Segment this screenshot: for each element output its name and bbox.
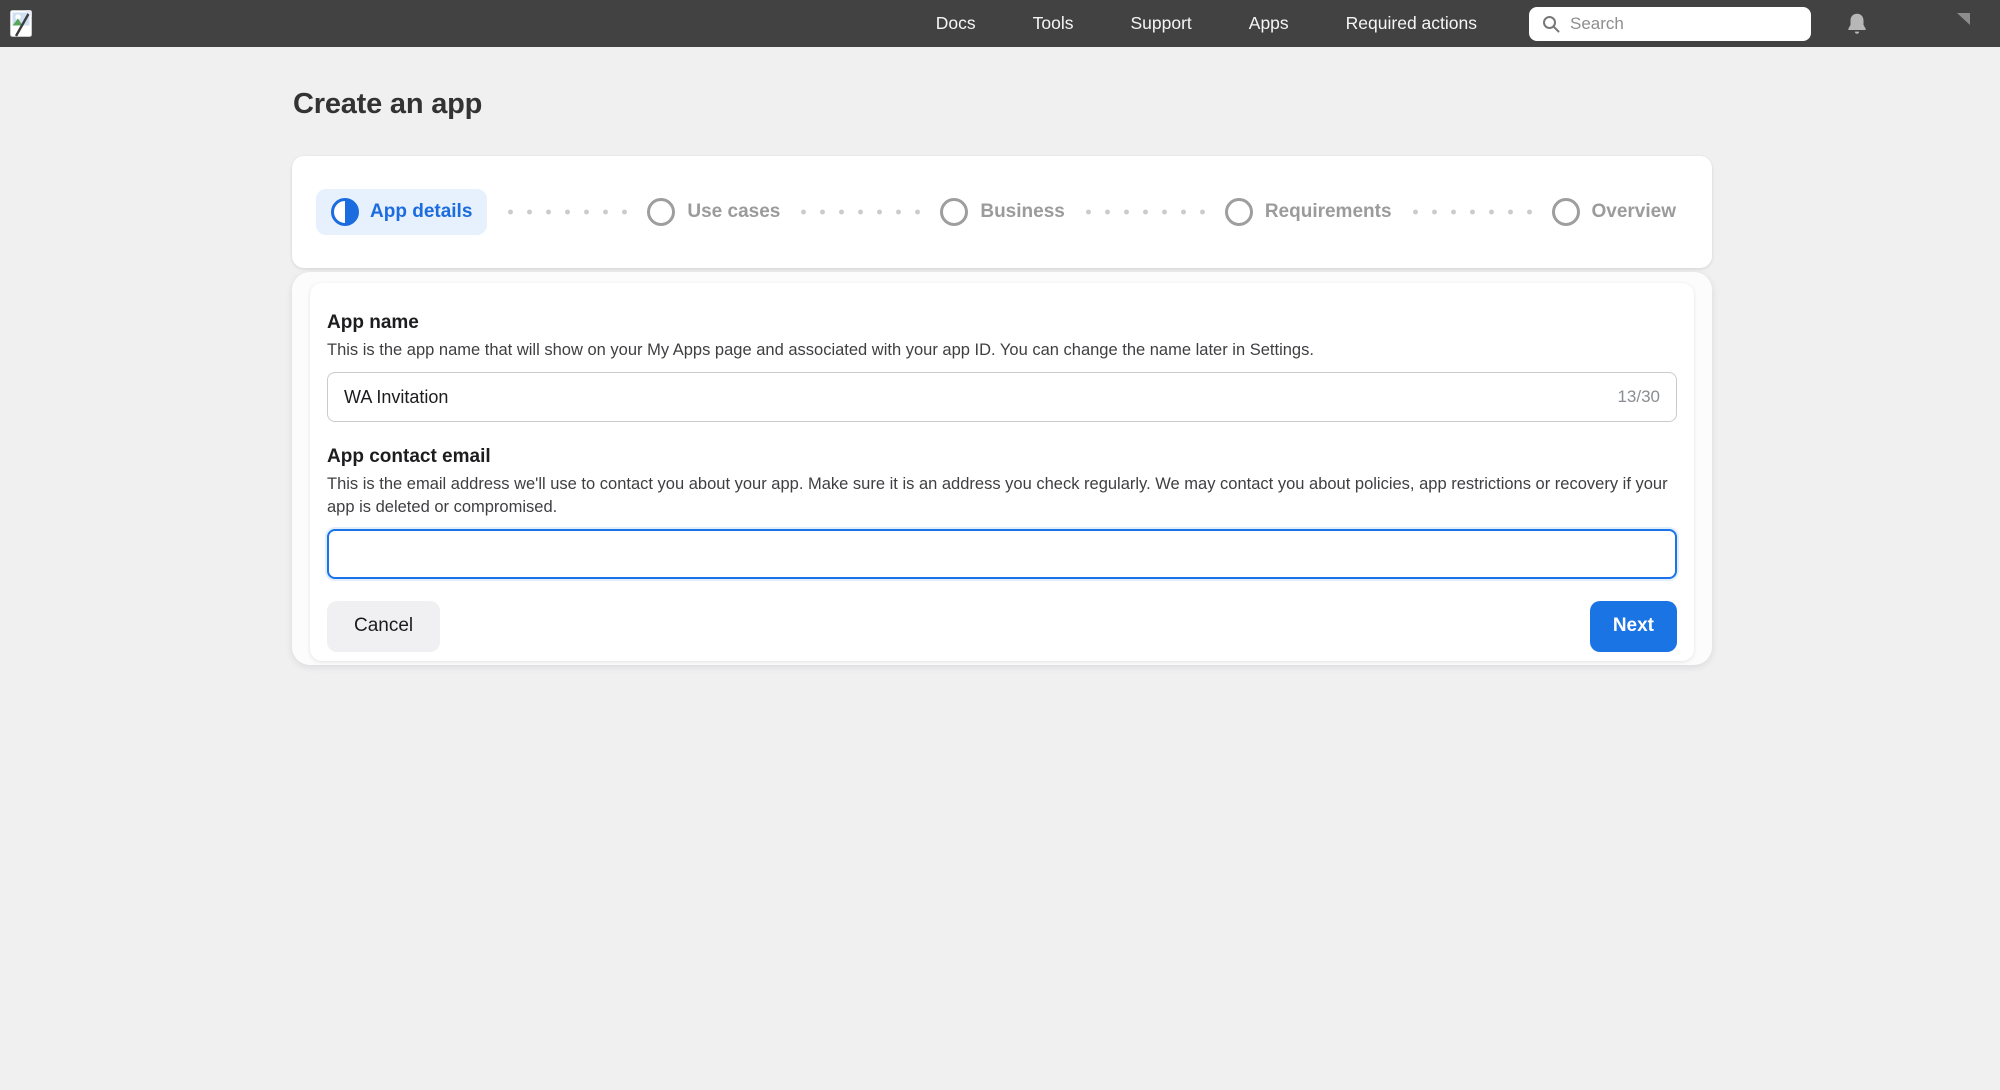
create-app-form-card: App name This is the app name that will … <box>292 272 1712 665</box>
search-box[interactable] <box>1529 6 1811 41</box>
app-contact-email-section: App contact email This is the email addr… <box>327 446 1677 580</box>
broken-image-icon[interactable] <box>10 10 32 37</box>
step-label: App details <box>370 201 473 222</box>
step-empty-circle-icon <box>1224 198 1253 226</box>
next-button[interactable]: Next <box>1589 601 1677 653</box>
step-overview[interactable]: Overview <box>1551 198 1677 226</box>
step-business[interactable]: Business <box>940 198 1065 226</box>
app-contact-email-label: App contact email <box>327 446 491 468</box>
app-name-section: App name This is the app name that will … <box>327 312 1677 423</box>
nav-item-support[interactable]: Support <box>1130 13 1191 34</box>
form-actions: Cancel Next <box>327 601 1677 653</box>
page-title: Create an app <box>293 88 483 120</box>
step-empty-circle-icon <box>940 198 969 226</box>
step-empty-circle-icon <box>1551 198 1580 226</box>
character-counter: 13/30 <box>1617 387 1660 407</box>
step-requirements[interactable]: Requirements <box>1224 198 1392 226</box>
nav-item-docs[interactable]: Docs <box>936 13 976 34</box>
nav-item-apps[interactable]: Apps <box>1249 13 1289 34</box>
nav-links: Docs Tools Support Apps Required actions <box>936 13 1477 34</box>
stepper-dotted-connector <box>1078 209 1211 215</box>
stepper-dotted-connector <box>1405 209 1538 215</box>
step-use-cases[interactable]: Use cases <box>647 198 780 226</box>
step-label: Requirements <box>1264 201 1392 222</box>
corner-triangle-icon <box>1957 13 1970 25</box>
app-name-input[interactable] <box>344 386 1606 408</box>
step-empty-circle-icon <box>647 198 676 226</box>
stepper-dotted-connector <box>794 209 927 215</box>
search-icon <box>1541 14 1561 34</box>
step-label: Overview <box>1591 201 1677 222</box>
app-name-label: App name <box>327 312 419 333</box>
search-input[interactable] <box>1570 13 1799 34</box>
step-app-details[interactable]: App details <box>316 189 488 235</box>
app-name-description: This is the app name that will show on y… <box>327 341 1314 359</box>
app-name-input-wrapper: 13/30 <box>327 372 1677 423</box>
top-navbar: Docs Tools Support Apps Required actions <box>0 0 2000 47</box>
app-contact-email-description: This is the email address we'll use to c… <box>327 475 1668 517</box>
cancel-button[interactable]: Cancel <box>327 601 441 653</box>
step-label: Business <box>980 201 1065 222</box>
app-contact-email-input[interactable] <box>345 543 1659 565</box>
step-label: Use cases <box>687 201 781 222</box>
nav-item-tools[interactable]: Tools <box>1033 13 1074 34</box>
notification-bell-icon[interactable] <box>1844 11 1870 37</box>
app-contact-email-input-wrapper <box>327 529 1677 580</box>
create-app-form: App name This is the app name that will … <box>310 283 1694 661</box>
stepper-dotted-connector <box>501 209 634 215</box>
stepper: App details Use cases Business Requireme… <box>292 156 1712 268</box>
nav-item-required-actions[interactable]: Required actions <box>1346 13 1477 34</box>
step-active-half-filled-circle-icon <box>331 198 359 226</box>
